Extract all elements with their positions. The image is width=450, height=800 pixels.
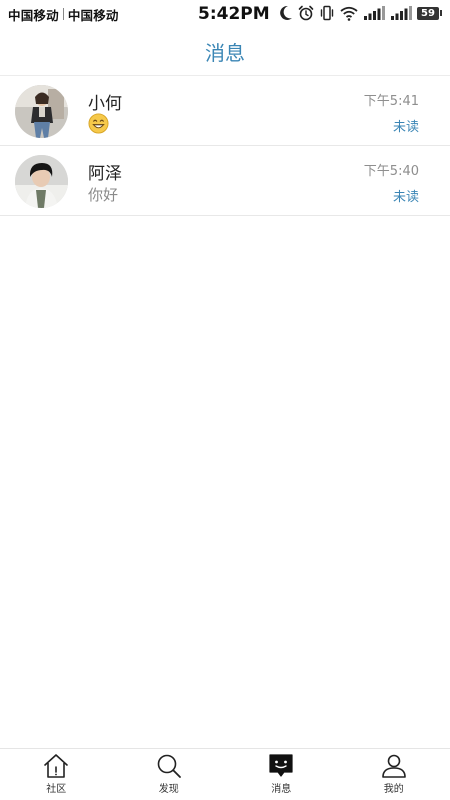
tab-discover[interactable]: 发现	[113, 749, 226, 800]
tab-label: 我的	[383, 784, 404, 795]
vibrate-icon	[320, 5, 334, 21]
avatar	[15, 155, 68, 208]
message-time: 下午5:40	[363, 164, 419, 179]
tab-label: 消息	[271, 784, 292, 795]
tab-label: 发现	[158, 784, 179, 795]
carrier-labels: 中国移动 中国移动	[8, 5, 119, 24]
battery-icon: 59	[417, 6, 442, 20]
message-time: 下午5:41	[363, 94, 419, 109]
message-preview: 你好	[88, 186, 119, 204]
battery-level: 59	[417, 6, 439, 20]
status-bar: 中国移动 中国移动 5:42PM 59	[0, 0, 450, 28]
carrier-1: 中国移动	[8, 7, 59, 23]
signal-icon	[364, 6, 385, 20]
carrier-2: 中国移动	[67, 7, 119, 23]
moon-icon	[280, 5, 292, 20]
conversation-item[interactable]: 阿泽 你好 下午5:40 未读	[0, 146, 450, 216]
signal-icon	[391, 6, 412, 20]
page-title: 消息	[205, 41, 245, 65]
carrier-divider	[62, 8, 64, 20]
status-icons: 59	[279, 5, 442, 21]
app-header: 消息	[0, 28, 450, 76]
tab-messages[interactable]: 消息	[225, 749, 338, 800]
battery-tip	[440, 10, 442, 16]
message-icon	[269, 754, 293, 777]
grinning-emoji-icon	[88, 113, 109, 134]
contact-name: 阿泽	[88, 164, 122, 184]
search-icon	[157, 754, 181, 778]
avatar-photo	[15, 155, 68, 208]
status-time: 5:42PM	[198, 4, 270, 24]
tab-label: 社区	[46, 784, 67, 795]
unread-status: 未读	[392, 120, 419, 135]
user-icon	[381, 754, 406, 778]
wifi-icon	[340, 6, 358, 21]
home-icon	[44, 754, 69, 778]
tab-community[interactable]: 社区	[0, 749, 113, 800]
bottom-tab-bar: 社区 发现 消息 我的	[0, 748, 450, 800]
conversation-item[interactable]: 小何 下午5:41 未读	[0, 76, 450, 146]
avatar	[15, 85, 68, 138]
contact-name: 小何	[88, 94, 122, 114]
tab-profile[interactable]: 我的	[338, 749, 450, 800]
avatar-photo	[15, 85, 68, 138]
conversation-list: 小何 下午5:41 未读 阿泽 你好 下午5:40 未读	[0, 76, 450, 216]
alarm-icon	[298, 5, 314, 21]
unread-status: 未读	[392, 190, 419, 205]
